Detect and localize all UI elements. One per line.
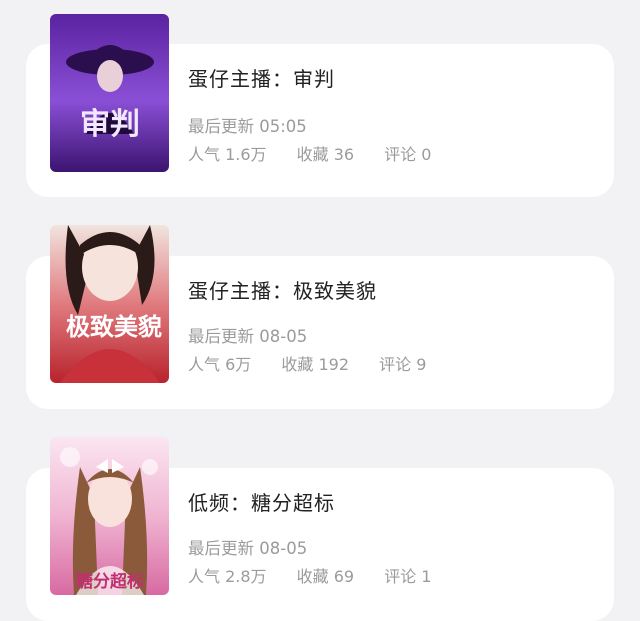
book-title[interactable]: 蛋仔主播：极致美貌 [188, 275, 377, 304]
book-title[interactable]: 低频：糖分超标 [188, 487, 335, 516]
popularity-count: 人气 2.8万 [188, 567, 267, 586]
favorites-count: 收藏 36 [296, 145, 355, 164]
book-stats: 人气 1.6万 收藏 36 评论 0 [188, 141, 456, 165]
favorites-count: 收藏 192 [281, 355, 350, 374]
cover-title-text: 极致美貌 [66, 312, 162, 341]
book-cover-image[interactable]: 极致美貌 [50, 225, 169, 383]
last-update-text: 最后更新 08-05 [188, 539, 308, 558]
cover-title-text: 审判 [80, 107, 140, 142]
last-update-text: 最后更新 08-05 [188, 327, 308, 346]
last-update-text: 最后更新 05:05 [188, 117, 307, 136]
favorites-count: 收藏 69 [296, 567, 355, 586]
popularity-count: 人气 6万 [188, 355, 252, 374]
comments-count: 评论 9 [379, 355, 427, 374]
cover-title-text: 糖分超标 [76, 571, 144, 592]
comments-count: 评论 1 [384, 567, 432, 586]
comments-count: 评论 0 [384, 145, 432, 164]
book-cover-image[interactable]: 审判 [50, 14, 169, 172]
popularity-count: 人气 1.6万 [188, 145, 267, 164]
book-cover-image[interactable]: 糖分超标 [50, 437, 169, 595]
book-stats: 人气 2.8万 收藏 69 评论 1 [188, 563, 456, 587]
book-title[interactable]: 蛋仔主播：审判 [188, 63, 335, 92]
book-stats: 人气 6万 收藏 192 评论 9 [188, 351, 451, 375]
